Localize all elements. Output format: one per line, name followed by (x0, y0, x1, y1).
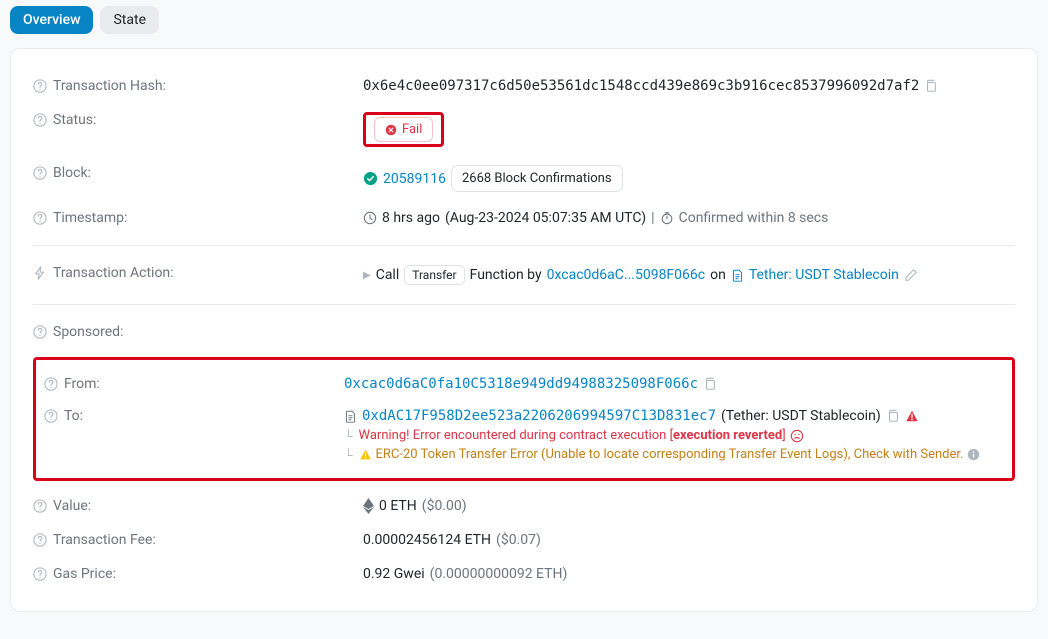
help-icon (33, 79, 47, 93)
fail-icon (385, 124, 397, 136)
action-call: Call (376, 267, 400, 283)
label-block: Block: (53, 165, 91, 181)
row-timestamp: Timestamp: 8 hrs ago (Aug-23-2024 05:07:… (11, 201, 1037, 235)
sep: | (651, 210, 654, 226)
tab-overview[interactable]: Overview (10, 6, 93, 34)
to-name: (Tether: USDT Stablecoin) (721, 408, 881, 424)
row-sponsored: Sponsored: (11, 315, 1037, 349)
tab-state[interactable]: State (100, 6, 159, 34)
action-by: Function by (470, 267, 542, 283)
to-address[interactable]: 0xdAC17F958D2ee523a2206206994597C13D831e… (362, 408, 716, 424)
tx-hash: 0x6e4c0ee097317c6d50e53561dc1548ccd439e8… (363, 78, 919, 94)
help-icon (33, 166, 47, 180)
clock-icon (363, 211, 377, 225)
check-icon (363, 171, 378, 186)
alert-icon (905, 409, 919, 423)
method-chip: Transfer (404, 265, 464, 285)
divider (33, 245, 1015, 246)
warning-line-1: Warning! Error encountered during contra… (359, 428, 786, 443)
action-on: on (710, 267, 726, 283)
help-icon (33, 499, 47, 513)
tabs: Overview State (10, 6, 1038, 34)
warning-line-2: ERC-20 Token Transfer Error (Unable to l… (376, 447, 964, 462)
row-gas: Gas Price: 0.92 Gwei (0.00000000092 ETH) (11, 557, 1037, 591)
from-to-highlight-box: From: 0xcac0d6aC0fa10C5318e949dd94988325… (33, 357, 1015, 481)
tx-card: Transaction Hash: 0x6e4c0ee097317c6d50e5… (10, 48, 1038, 612)
help-icon (33, 533, 47, 547)
label-to: To: (64, 408, 83, 424)
label-hash: Transaction Hash: (53, 78, 166, 94)
copy-icon[interactable] (703, 377, 717, 391)
help-icon (33, 567, 47, 581)
label-gas: Gas Price: (53, 566, 116, 582)
alert-icon (359, 448, 372, 461)
caret-icon: ▶ (363, 270, 371, 281)
label-value: Value: (53, 498, 91, 514)
info-icon[interactable] (967, 448, 980, 461)
row-hash: Transaction Hash: 0x6e4c0ee097317c6d50e5… (11, 69, 1037, 103)
block-number[interactable]: 20589116 (383, 171, 446, 187)
status-badge: Fail (374, 117, 433, 142)
from-address[interactable]: 0xcac0d6aC0fa10C5318e949dd94988325098F06… (344, 376, 698, 392)
help-icon (33, 113, 47, 127)
timestamp-confirmed: Confirmed within 8 secs (679, 210, 829, 226)
divider (33, 304, 1015, 305)
help-icon (33, 211, 47, 225)
corner-icon: └ (344, 429, 353, 443)
stopwatch-icon (660, 211, 674, 225)
help-icon (33, 325, 47, 339)
lightning-icon (33, 266, 47, 280)
corner-icon: └ (344, 448, 353, 462)
help-icon (44, 409, 58, 423)
row-fee: Transaction Fee: 0.00002456124 ETH ($0.0… (11, 523, 1037, 557)
timestamp-ago: 8 hrs ago (382, 210, 440, 226)
fee-eth: 0.00002456124 ETH (363, 532, 491, 548)
document-icon (731, 269, 744, 282)
status-highlight-box: Fail (363, 112, 444, 147)
timestamp-full: (Aug-23-2024 05:07:35 AM UTC) (445, 210, 646, 226)
copy-icon[interactable] (886, 409, 900, 423)
row-block: Block: 20589116 2668 Block Confirmations (11, 156, 1037, 201)
fee-usd: ($0.07) (496, 532, 541, 548)
value-usd: ($0.00) (422, 498, 467, 514)
label-action: Transaction Action: (53, 265, 174, 281)
pencil-icon[interactable] (904, 268, 918, 282)
label-from: From: (64, 376, 100, 392)
row-from: From: 0xcac0d6aC0fa10C5318e949dd94988325… (36, 368, 998, 400)
label-fee: Transaction Fee: (53, 532, 156, 548)
action-sender[interactable]: 0xcac0d6aC...5098F066c (547, 267, 706, 283)
gas-eth: (0.00000000092 ETH) (430, 566, 568, 582)
confirmations-badge: 2668 Block Confirmations (451, 165, 623, 192)
label-status: Status: (53, 112, 96, 128)
label-timestamp: Timestamp: (53, 210, 127, 226)
gas-gwei: 0.92 Gwei (363, 566, 425, 582)
row-to: To: 0xdAC17F958D2ee523a2206206994597C13D… (36, 400, 998, 470)
eth-icon (363, 498, 374, 514)
row-status: Status: Fail (11, 103, 1037, 156)
label-sponsored: Sponsored: (53, 324, 123, 340)
copy-icon[interactable] (924, 79, 938, 93)
sad-face-icon (790, 429, 804, 443)
action-contract[interactable]: Tether: USDT Stablecoin (749, 267, 899, 283)
help-icon (44, 377, 58, 391)
document-icon (344, 410, 357, 423)
row-value: Value: 0 ETH ($0.00) (11, 489, 1037, 523)
row-action: Transaction Action: ▶ Call Transfer Func… (11, 256, 1037, 294)
value-eth: 0 ETH (379, 498, 417, 514)
